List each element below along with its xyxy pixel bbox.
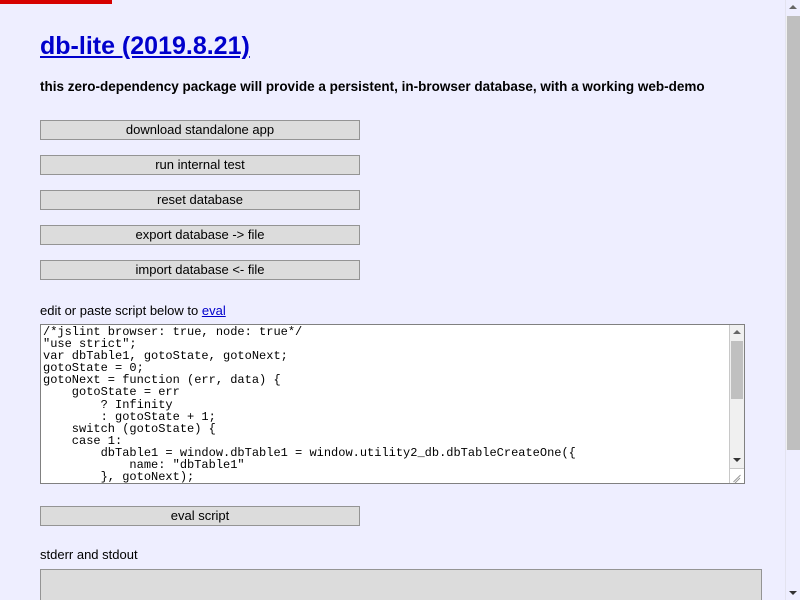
script-label-text: edit or paste script below to — [40, 303, 202, 318]
page-scroll-up-icon[interactable] — [786, 0, 800, 14]
download-standalone-app-button[interactable]: download standalone app — [40, 120, 360, 140]
page-title-link[interactable]: db-lite (2019.8.21) — [40, 32, 250, 60]
page-scrollbar-track-bottom[interactable] — [786, 450, 800, 586]
scroll-up-icon[interactable] — [730, 325, 744, 339]
stdout-section-label: stderr and stdout — [40, 547, 138, 562]
script-editor[interactable]: /*jslint browser: true, node: true*/ "us… — [40, 324, 745, 484]
page-scroll-container: db-lite (2019.8.21) this zero-dependency… — [0, 0, 785, 600]
scroll-down-icon[interactable] — [730, 453, 744, 467]
page-description: this zero-dependency package will provid… — [40, 79, 705, 94]
export-database-button[interactable]: export database -> file — [40, 225, 360, 245]
resize-grip-icon[interactable] — [729, 468, 744, 483]
import-database-button[interactable]: import database <- file — [40, 260, 360, 280]
reset-database-button[interactable]: reset database — [40, 190, 360, 210]
page-scrollbar-thumb[interactable] — [787, 16, 800, 450]
page-scroll-down-icon[interactable] — [786, 586, 800, 600]
page-content: db-lite (2019.8.21) this zero-dependency… — [0, 0, 785, 600]
stdout-output-box[interactable] — [40, 569, 762, 600]
eval-link[interactable]: eval — [202, 303, 226, 318]
script-section-label: edit or paste script below to eval — [40, 303, 785, 318]
scrollbar-thumb[interactable] — [731, 341, 743, 399]
script-textarea-value[interactable]: /*jslint browser: true, node: true*/ "us… — [43, 326, 744, 483]
eval-script-button[interactable]: eval script — [40, 506, 360, 526]
page-scrollbar[interactable] — [785, 0, 800, 600]
script-textarea-scrollbar[interactable] — [729, 325, 744, 483]
script-textarea[interactable]: /*jslint browser: true, node: true*/ "us… — [40, 324, 745, 484]
run-internal-test-button[interactable]: run internal test — [40, 155, 360, 175]
